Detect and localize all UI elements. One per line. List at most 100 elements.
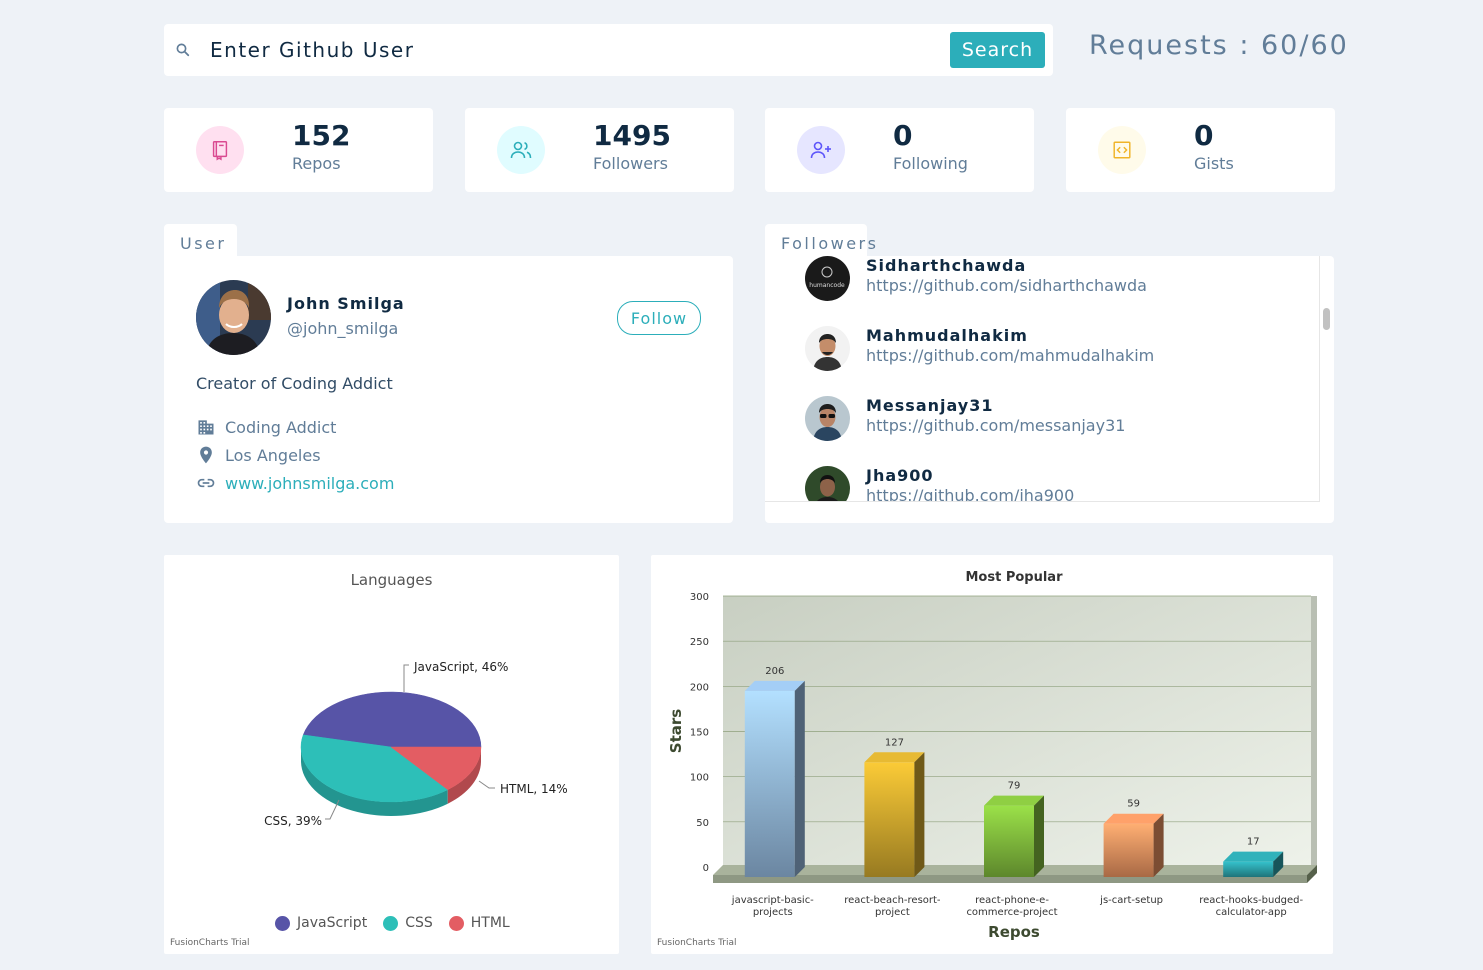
search-input[interactable] (210, 38, 1053, 62)
location-pin-icon (200, 446, 212, 464)
building-icon (198, 420, 214, 435)
search-button[interactable]: Search (950, 32, 1045, 68)
legend-swatch (383, 915, 399, 931)
y-tick-label: 150 (690, 728, 709, 739)
bar-top (1223, 851, 1284, 862)
stat-label: Followers (593, 154, 668, 173)
y-tick-label: 50 (696, 818, 709, 829)
bar-3[interactable] (1103, 813, 1164, 877)
x-tick-label: commerce-project (966, 907, 1057, 918)
follower-name: Sidharthchawda (866, 256, 1027, 275)
bar-front[interactable] (864, 762, 915, 877)
follow-button[interactable]: Follow (617, 301, 701, 335)
follower-avatar: humancode (805, 256, 850, 301)
pie-leader-line (403, 664, 409, 692)
svg-text:humancode: humancode (809, 282, 845, 289)
bar-top (984, 795, 1044, 806)
follower-name: Jha900 (866, 466, 934, 485)
bar-side (914, 752, 925, 877)
user-tab: User (164, 224, 237, 258)
blog-link[interactable]: www.johnsmilga.com (225, 474, 394, 493)
x-tick-label: calculator-app (1216, 907, 1287, 918)
y-tick-label: 0 (703, 863, 709, 874)
avatar (196, 280, 271, 355)
chart-watermark: FusionCharts Trial (170, 938, 250, 948)
requests-counter: Requests : 60/60 (1089, 30, 1349, 61)
x-tick-label: project (875, 907, 910, 918)
y-axis-title: Stars (667, 709, 685, 753)
y-tick-label: 200 (690, 682, 709, 693)
stat-value: 152 (292, 119, 351, 152)
stat-followers: 1495 Followers (465, 108, 734, 192)
x-tick-label: react-beach-resort- (844, 895, 941, 906)
bar-value-label: 79 (1008, 781, 1021, 792)
stat-label: Repos (292, 154, 341, 173)
bar-value-label: 17 (1247, 837, 1260, 848)
languages-chart-card: Languages JavaScript, 46% CSS, 39% HTML, 1… (164, 555, 619, 954)
followers-tab: Followers (765, 224, 876, 258)
user-blog[interactable]: www.johnsmilga.com (196, 473, 394, 493)
pie-data-label: HTML, 14% (500, 782, 568, 796)
stat-value: 1495 (593, 119, 671, 152)
bar-0[interactable] (744, 680, 805, 877)
bar-top (864, 752, 925, 763)
user-card: John Smilga @john_smilga Follow Creator … (164, 256, 733, 523)
legend-swatch (448, 915, 464, 931)
follower-url[interactable]: https://github.com/jha900 (866, 486, 1074, 501)
user-handle: @john_smilga (287, 319, 399, 338)
bar-front[interactable] (1223, 861, 1274, 877)
stat-label: Following (893, 154, 968, 173)
bar-side (794, 680, 805, 877)
code-icon (1098, 126, 1146, 174)
book-icon (196, 126, 244, 174)
follower-avatar (805, 326, 850, 371)
user-bio: Creator of Coding Addict (196, 374, 393, 393)
stat-following: 0 Following (765, 108, 1034, 192)
x-tick-label: javascript-basic- (731, 895, 814, 906)
legend-item-css[interactable]: CSS (383, 915, 433, 931)
bar-chart: Most Popular 0 50 100 150 200 250 300 206 javascr… (667, 570, 1317, 941)
legend-label: HTML (470, 915, 510, 931)
bar-1[interactable] (864, 752, 925, 877)
user-company: Coding Addict (196, 417, 336, 437)
location-text: Los Angeles (225, 445, 321, 465)
follower-avatar (805, 466, 850, 501)
follower-name: Mahmudalhakim (866, 326, 1028, 345)
stat-gists: 0 Gists (1066, 108, 1335, 192)
bar-2[interactable] (984, 795, 1044, 877)
follower-url[interactable]: https://github.com/sidharthchawda (866, 276, 1147, 295)
legend-item-html[interactable]: HTML (448, 915, 510, 931)
stat-value: 0 (1194, 119, 1214, 152)
y-tick-label: 300 (690, 592, 709, 603)
followers-list[interactable]: humancode Sidharthchawda https://github.… (765, 256, 1320, 502)
x-axis-title: Repos (988, 923, 1040, 941)
stat-repos: 152 Repos (164, 108, 433, 192)
bar-front[interactable] (1103, 823, 1154, 877)
legend-item-javascript[interactable]: JavaScript (275, 915, 367, 931)
scrollbar-thumb[interactable] (1323, 308, 1330, 330)
user-name: John Smilga (287, 294, 405, 313)
stat-value: 0 (893, 119, 913, 152)
pie-data-label: CSS, 39% (264, 814, 322, 828)
bar-side (1153, 813, 1164, 877)
user-plus-icon (797, 126, 845, 174)
search-icon (176, 43, 190, 57)
popular-chart-card: Most Popular 0 50 100 150 200 250 300 206 javascr… (651, 555, 1333, 954)
chart-watermark: FusionCharts Trial (657, 938, 737, 948)
x-tick-label: react-phone-e- (975, 895, 1049, 906)
bar-top (1103, 813, 1164, 824)
user-location: Los Angeles (196, 445, 321, 465)
bar-front[interactable] (984, 805, 1034, 877)
x-tick-label: projects (753, 907, 793, 918)
legend-label: JavaScript (297, 915, 368, 931)
users-icon (497, 126, 545, 174)
bar-4[interactable] (1223, 851, 1284, 877)
bar-top (744, 680, 805, 691)
followers-card: humancode Sidharthchawda https://github.… (765, 256, 1334, 523)
pie-chart: JavaScript, 46% CSS, 39% HTML, 14% (264, 660, 568, 828)
follower-url[interactable]: https://github.com/mahmudalhakim (866, 346, 1154, 365)
link-icon (197, 478, 215, 488)
bar-value-label: 206 (765, 666, 784, 677)
bar-front[interactable] (744, 690, 795, 877)
follower-url[interactable]: https://github.com/messanjay31 (866, 416, 1125, 435)
